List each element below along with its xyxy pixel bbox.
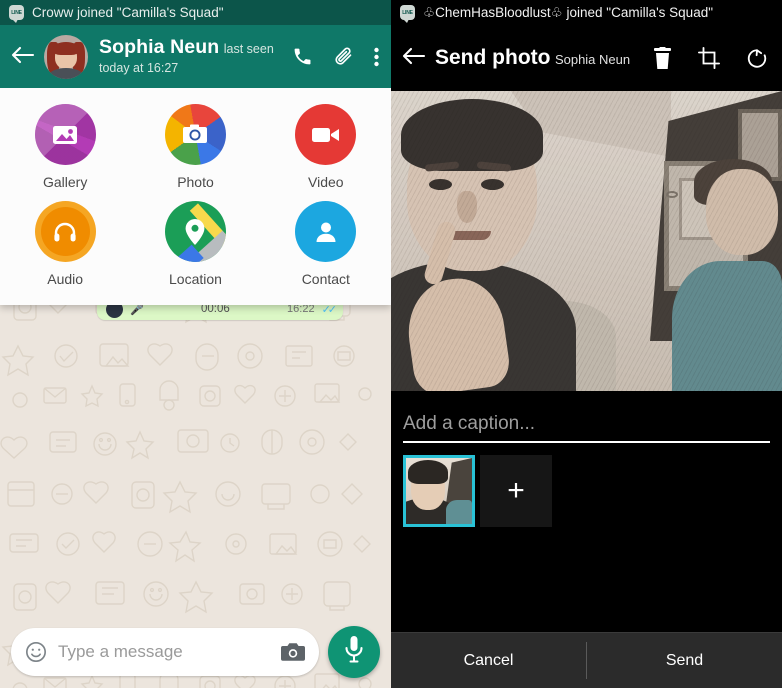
attachment-label: Contact — [301, 271, 350, 287]
map-pin-icon — [164, 201, 226, 262]
caption-input[interactable]: Add a caption... — [403, 413, 770, 443]
back-arrow-icon[interactable] — [401, 45, 435, 72]
caption-zone: Add a caption... — [391, 391, 782, 443]
cancel-button[interactable]: Cancel — [391, 633, 586, 688]
microphone-icon — [344, 635, 364, 668]
chat-title-group[interactable]: Sophia Neun last seen today at 16:27 — [99, 36, 286, 77]
avatar[interactable] — [44, 34, 88, 79]
attachment-option-gallery[interactable]: Gallery — [0, 104, 130, 190]
message-input-box[interactable]: Type a message — [11, 627, 319, 676]
send-button[interactable]: Send — [587, 633, 782, 688]
attachment-option-location[interactable]: Location — [130, 201, 260, 287]
send-photo-header: Send photo Sophia Neun — [391, 25, 782, 91]
phone-icon[interactable] — [292, 46, 313, 67]
trash-icon[interactable] — [653, 46, 672, 70]
camera-icon[interactable] — [281, 642, 305, 662]
send-photo-actions: Cancel Send — [391, 632, 782, 688]
rotate-icon[interactable] — [746, 47, 768, 70]
back-arrow-icon[interactable] — [10, 45, 40, 69]
crop-icon[interactable] — [698, 47, 720, 69]
thumbnail-image — [406, 458, 472, 524]
attachment-label: Location — [169, 271, 222, 287]
send-photo-title-group: Send photo Sophia Neun — [435, 46, 653, 70]
attachment-option-photo[interactable]: Photo — [130, 104, 260, 190]
attachment-row-2: Audio Location Contact — [0, 201, 391, 287]
plus-icon: + — [507, 474, 525, 507]
video-icon — [295, 104, 357, 165]
notification-text: ♧ChemHasBloodlust♧ joined "Camilla's Squ… — [423, 4, 713, 20]
notification-text: Croww joined "Camilla's Squad" — [32, 5, 224, 20]
attachment-label: Gallery — [42, 174, 88, 190]
paperclip-icon[interactable] — [333, 46, 354, 67]
thumbnail-strip: + — [391, 443, 782, 541]
emoji-smiley-icon[interactable] — [25, 641, 47, 663]
headphones-icon — [34, 201, 96, 262]
attachment-label: Audio — [47, 271, 84, 287]
status-notification-bar: LINE Croww joined "Camilla's Squad" — [0, 0, 391, 25]
overflow-menu-icon[interactable] — [374, 47, 379, 67]
attachment-label: Photo — [177, 174, 214, 190]
line-app-icon: LINE — [400, 5, 415, 23]
send-photo-screen: LINE ♧ChemHasBloodlust♧ joined "Camilla'… — [391, 0, 782, 688]
attachment-row-1: Gallery Photo Video — [0, 104, 391, 190]
message-input-placeholder[interactable]: Type a message — [58, 642, 270, 662]
photo-preview[interactable] — [391, 91, 782, 391]
status-notification-bar: LINE ♧ChemHasBloodlust♧ joined "Camilla'… — [391, 0, 782, 25]
caption-placeholder: Add a caption... — [403, 413, 536, 434]
gallery-icon — [34, 104, 96, 165]
attachment-option-audio[interactable]: Audio — [0, 201, 130, 287]
camera-icon — [164, 104, 226, 165]
photo-edit-actions — [653, 46, 768, 70]
whatsapp-chat-screen: LINE Croww joined "Camilla's Squad" Soph… — [0, 0, 391, 688]
line-app-icon: LINE — [9, 5, 24, 23]
chat-header: Sophia Neun last seen today at 16:27 — [0, 25, 391, 88]
voice-record-button[interactable] — [328, 625, 380, 678]
header-actions — [292, 46, 379, 67]
attachment-option-video[interactable]: Video — [261, 104, 391, 190]
screenshot-root: LINE Croww joined "Camilla's Squad" Soph… — [0, 0, 782, 688]
attachment-label: Video — [308, 174, 344, 190]
attachment-picker-sheet: Gallery Photo Video Audio Location Conta… — [0, 88, 391, 305]
thumbnail-selected[interactable] — [403, 455, 475, 527]
page-title: Send photo — [435, 46, 551, 70]
contact-name: Sophia Neun — [99, 36, 220, 58]
attachment-option-contact[interactable]: Contact — [261, 201, 391, 287]
message-input-bar: Type a message — [0, 615, 391, 688]
recipient-name: Sophia Neun — [554, 52, 631, 68]
person-icon — [295, 201, 357, 262]
add-photo-button[interactable]: + — [480, 455, 552, 527]
